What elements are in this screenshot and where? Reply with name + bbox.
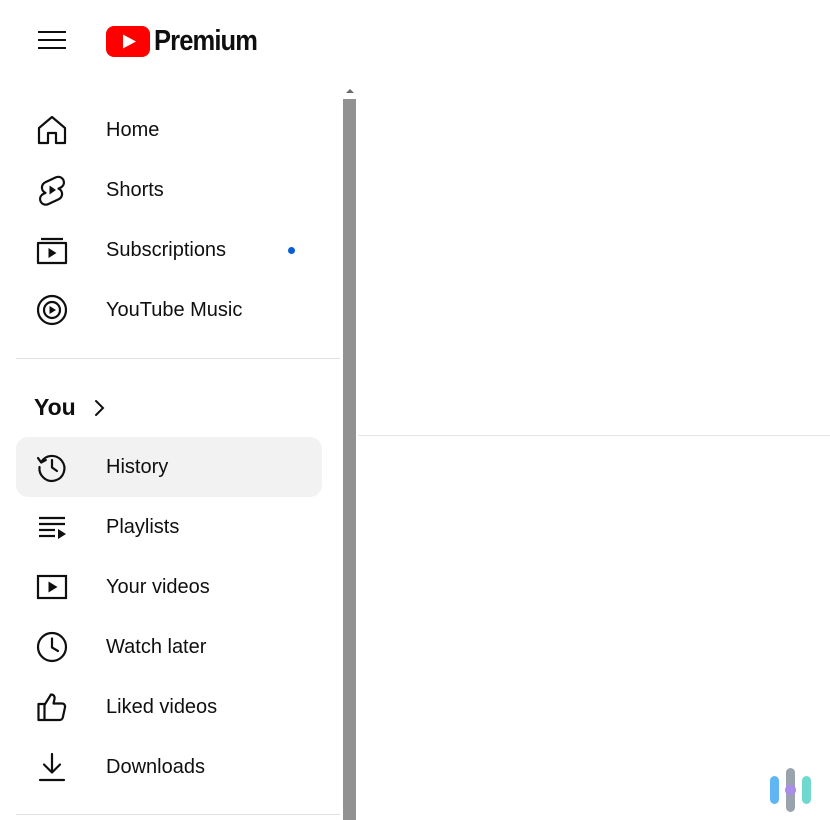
subscriptions-icon — [34, 232, 70, 268]
logo-text: Premium — [154, 24, 258, 57]
youtube-premium-logo[interactable]: Premium — [106, 24, 271, 58]
sidebar-item-label: Downloads — [106, 755, 205, 778]
playlists-icon — [34, 509, 70, 545]
sidebar-item-liked-videos[interactable]: Liked videos — [16, 677, 322, 737]
youtube-music-icon — [34, 292, 70, 328]
caret-up-icon — [346, 89, 354, 93]
history-icon — [34, 449, 70, 485]
sidebar-item-label: Watch later — [106, 635, 207, 658]
watermark-logo-icon — [770, 768, 811, 812]
downloads-icon — [34, 749, 70, 785]
youtube-logo-icon — [106, 25, 150, 57]
sidebar-item-label: Liked videos — [106, 695, 218, 718]
sidebar-item-your-videos[interactable]: Your videos — [16, 557, 322, 617]
top-bar: Premium — [0, 0, 830, 82]
sidebar-item-label: Playlists — [106, 515, 180, 538]
sidebar-item-history[interactable]: History — [16, 437, 322, 497]
sidebar-item-label: Home — [106, 118, 160, 141]
sidebar-item-shorts[interactable]: Shorts — [16, 160, 322, 220]
sidebar-scrollbar-thumb[interactable] — [343, 99, 356, 820]
sidebar-item-watch-later[interactable]: Watch later — [16, 617, 322, 677]
scroll-up-arrow[interactable] — [344, 86, 356, 96]
you-section-title: You — [34, 394, 76, 420]
liked-videos-icon — [34, 689, 70, 725]
sidebar-divider — [16, 358, 340, 359]
home-icon — [34, 112, 70, 148]
sidebar-item-downloads[interactable]: Downloads — [16, 737, 322, 797]
sidebar-item-label: Your videos — [106, 575, 210, 598]
sidebar-item-playlists[interactable]: Playlists — [16, 497, 322, 557]
menu-button[interactable] — [28, 20, 76, 60]
sidebar-item-label: Shorts — [106, 178, 164, 201]
you-section-header[interactable]: You — [34, 394, 108, 421]
sidebar-divider — [16, 814, 340, 815]
watch-later-icon — [34, 629, 70, 665]
sidebar-item-youtube-music[interactable]: YouTube Music — [16, 280, 322, 340]
shorts-icon — [34, 172, 70, 208]
sidebar-item-label: Subscriptions — [106, 238, 227, 261]
chevron-right-icon — [94, 399, 105, 416]
new-content-indicator — [288, 246, 295, 254]
sidebar: Home Shorts Subscriptions YouTube Music … — [0, 88, 343, 820]
sidebar-item-subscriptions[interactable]: Subscriptions — [16, 220, 322, 280]
your-videos-icon — [34, 569, 70, 605]
sidebar-item-home[interactable]: Home — [16, 100, 322, 160]
sidebar-item-label: YouTube Music — [106, 298, 243, 321]
sidebar-item-label: History — [106, 455, 169, 478]
content-divider — [358, 435, 830, 436]
hamburger-menu-icon — [38, 31, 66, 49]
